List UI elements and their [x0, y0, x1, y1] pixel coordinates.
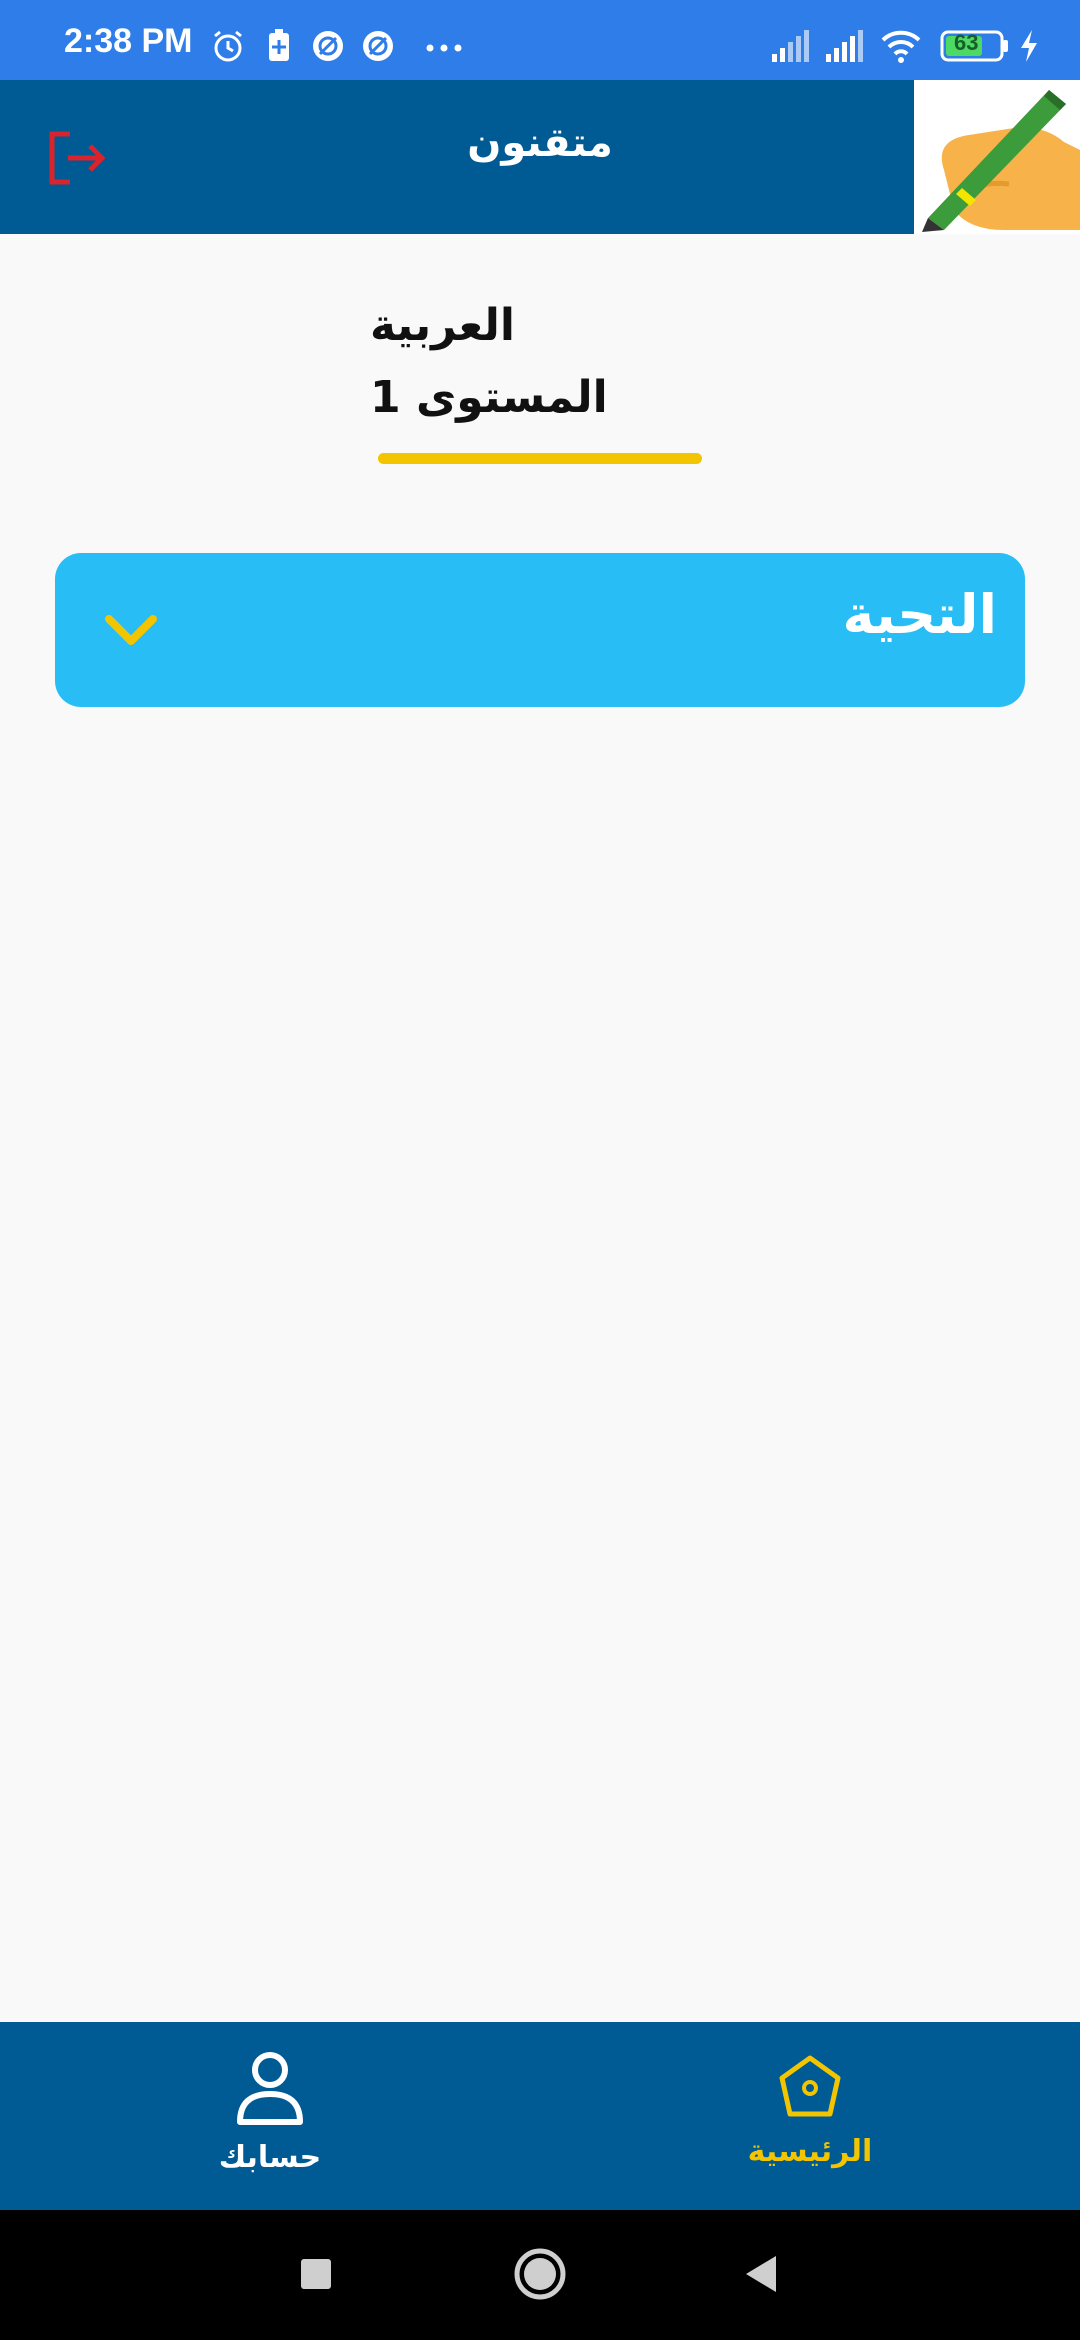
- nav-home-label: الرئيسية: [747, 2134, 873, 2169]
- nav-account-label: حسابك: [218, 2140, 322, 2175]
- alarm-icon: [214, 30, 242, 62]
- signal-icon: [772, 30, 809, 62]
- status-time: 2:38 PM: [64, 22, 193, 60]
- person-icon: [237, 2052, 303, 2125]
- lesson-accordion[interactable]: التحية: [55, 553, 1025, 707]
- screen: 2:38 PM 63 متقنون العربية المستوى 1 التح…: [0, 0, 1080, 2340]
- title-underline: [378, 453, 702, 464]
- level-title: المستوى 1: [370, 372, 710, 423]
- status-bar: 2:38 PM 63: [0, 0, 1080, 80]
- accordion-label: التحية: [842, 583, 997, 646]
- level-text: المستوى 1: [370, 372, 608, 423]
- subject-title: العربية: [370, 300, 710, 351]
- nav-account[interactable]: حسابك: [120, 2022, 420, 2210]
- app-notification-icon: [313, 31, 343, 61]
- bottom-nav: حسابك الرئيسية: [0, 2022, 1080, 2210]
- signal-icon: [826, 30, 863, 62]
- chevron-down-icon: [105, 615, 157, 645]
- nav-home[interactable]: الرئيسية: [660, 2022, 960, 2210]
- home-system-button[interactable]: [510, 2244, 570, 2304]
- more-icon: [426, 44, 462, 52]
- logout-icon: [49, 131, 106, 185]
- battery-saver-icon: [269, 29, 289, 61]
- system-nav-bar: [0, 2210, 1080, 2340]
- charging-icon: [1021, 30, 1037, 62]
- app-bar: متقنون: [0, 80, 1080, 234]
- app-notification-icon: [363, 31, 393, 61]
- battery-level: 63: [954, 30, 979, 55]
- back-button[interactable]: [732, 2244, 792, 2304]
- pen-hand-logo: [922, 90, 1080, 232]
- app-title: متقنون: [467, 120, 613, 166]
- logout-button[interactable]: [44, 124, 112, 192]
- recents-button[interactable]: [286, 2244, 346, 2304]
- wifi-icon: [881, 30, 921, 63]
- home-icon: [779, 2055, 841, 2117]
- app-logo: [914, 80, 1080, 234]
- status-icons-right: 63: [770, 28, 1050, 72]
- subject-text: العربية: [370, 300, 515, 351]
